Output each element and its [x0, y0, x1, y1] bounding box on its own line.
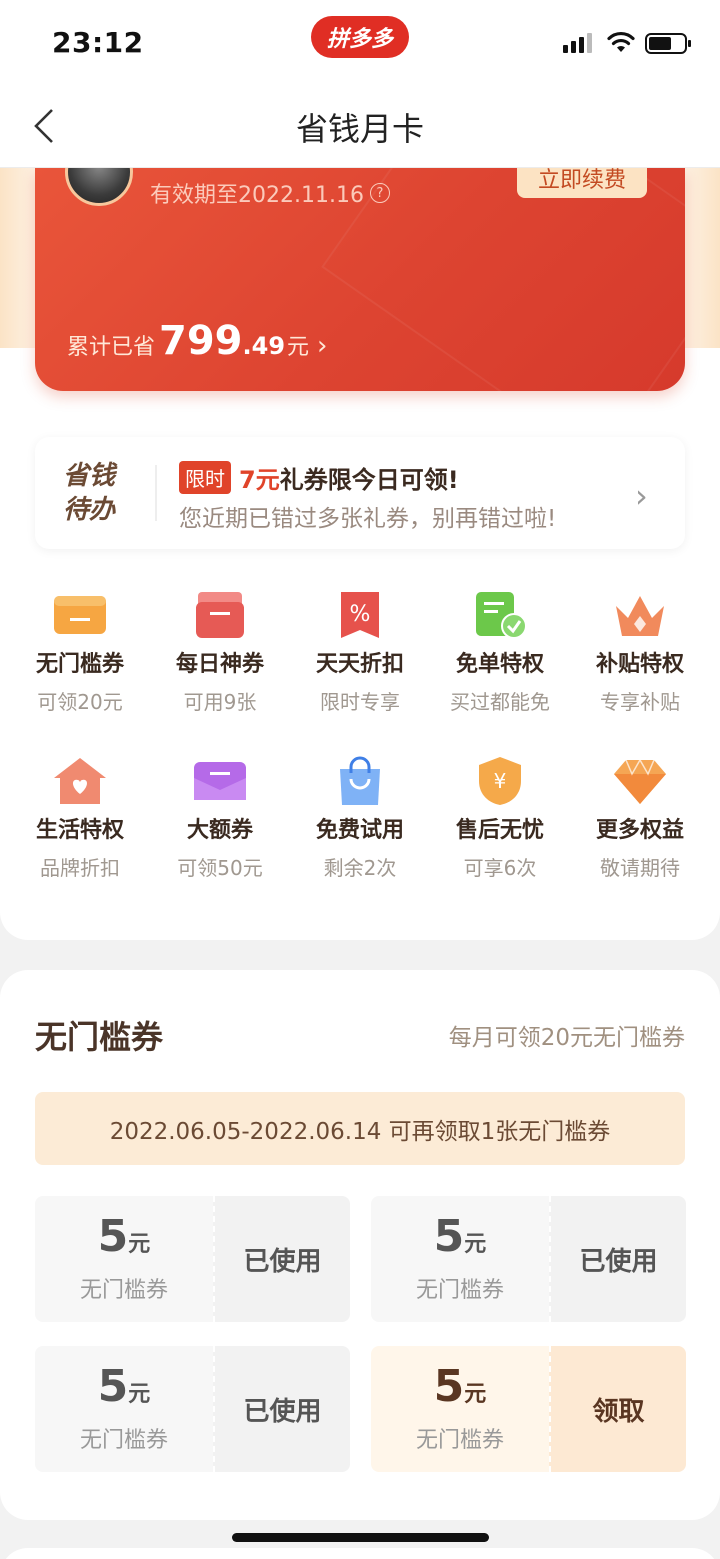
limited-time-tag: 限时	[179, 461, 231, 494]
status-time: 23:12	[52, 26, 144, 59]
expiry-date: 有效期至2022.11.16 ?	[150, 177, 390, 209]
app-badge: 拼多多	[311, 16, 409, 58]
claim-coupon-button[interactable]: 领取	[549, 1346, 686, 1472]
crown-icon	[612, 590, 668, 640]
svg-text:%: %	[350, 602, 371, 627]
todo-title: 省钱待办	[63, 461, 116, 525]
benefit-more[interactable]: 更多权益 敬请期待	[570, 756, 710, 881]
coupon-pack-icon	[192, 590, 248, 640]
percent-icon: %	[332, 590, 388, 640]
coupon-used-label: 已使用	[549, 1196, 686, 1322]
total-saved-link[interactable]: 累计已省 799 .49 元 ›	[67, 318, 327, 364]
benefit-large-coupon[interactable]: 大额券 可领50元	[150, 756, 290, 881]
diamond-icon	[612, 756, 668, 806]
savings-todo-banner[interactable]: 省钱待办 限时 7元 礼券限今日可领! 您近期已错过多张礼券，别再错过啦! ›	[35, 437, 685, 549]
wifi-icon	[607, 31, 635, 52]
coupon-card: 5元 无门槛券 已使用	[371, 1196, 686, 1322]
ticket-icon	[52, 590, 108, 640]
no-threshold-coupon-section: 无门槛券 每月可领20元无门槛券 2022.06.05-2022.06.14 可…	[0, 970, 720, 1520]
benefit-after-sales[interactable]: ¥ 售后无忧 可享6次	[430, 756, 570, 881]
benefit-free-trial[interactable]: 免费试用 剩余2次	[290, 756, 430, 881]
benefit-no-threshold-coupon[interactable]: 无门槛券 可领20元	[10, 590, 150, 715]
benefit-daily-coupon[interactable]: 每日神券 可用9张	[150, 590, 290, 715]
benefit-life-privilege[interactable]: 生活特权 品牌折扣	[10, 756, 150, 881]
battery-icon	[645, 33, 691, 54]
help-icon[interactable]: ?	[369, 183, 390, 203]
todo-subline: 您近期已错过多张礼券，别再错过啦!	[179, 506, 557, 532]
renew-button[interactable]: 立即续费	[517, 168, 647, 198]
coupon-card: 5元 无门槛券 已使用	[35, 1196, 350, 1322]
membership-card: 有效期至2022.11.16 ? 立即续费 累计已省 799 .49 元 ›	[35, 168, 685, 391]
coupon-card: 5元 无门槛券 已使用	[35, 1346, 350, 1472]
benefit-daily-discount[interactable]: % 天天折扣 限时专享	[290, 590, 430, 715]
chevron-right-icon: ›	[635, 477, 648, 515]
house-heart-icon	[52, 756, 108, 806]
avatar[interactable]	[65, 168, 133, 206]
section-title: 无门槛券	[35, 1018, 164, 1056]
coupon-used-label: 已使用	[213, 1346, 350, 1472]
envelope-icon	[192, 756, 248, 806]
coupon-used-label: 已使用	[213, 1196, 350, 1322]
benefit-free-order[interactable]: 免单特权 买过都能免	[430, 590, 570, 715]
section-subtitle: 每月可领20元无门槛券	[448, 1025, 685, 1051]
cellular-signal-icon	[563, 33, 592, 53]
benefit-subsidy[interactable]: 补贴特权 专享补贴	[570, 590, 710, 715]
todo-headline: 限时 7元 礼券限今日可领!	[179, 460, 459, 495]
shopping-bag-icon	[332, 756, 388, 806]
navigation-bar: 省钱月卡	[0, 84, 720, 168]
next-section-card	[0, 1548, 720, 1559]
claim-period-banner: 2022.06.05-2022.06.14 可再领取1张无门槛券	[35, 1092, 685, 1165]
page-title: 省钱月卡	[295, 110, 424, 148]
coupon-card: 5元 无门槛券 领取	[371, 1346, 686, 1472]
status-bar: 23:12 拼多多	[0, 0, 720, 84]
chevron-right-icon: ›	[317, 331, 328, 361]
svg-text:¥: ¥	[494, 769, 507, 793]
shield-yen-icon: ¥	[472, 756, 528, 806]
home-indicator[interactable]	[232, 1533, 489, 1542]
check-doc-icon	[472, 590, 528, 640]
